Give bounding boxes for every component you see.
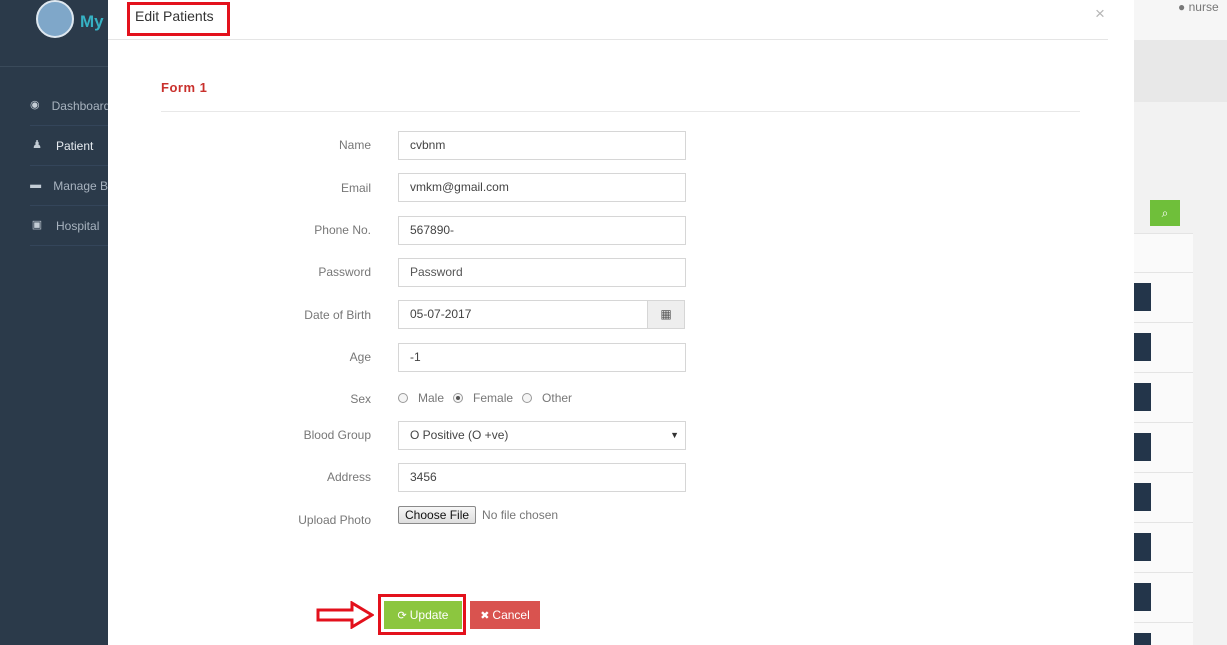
sidebar-item-dashboard[interactable]: ◉ Dashboard [30,86,108,126]
sidebar-item-label: Dashboard [51,98,108,113]
user-name: nurse [1188,0,1219,14]
email-field[interactable]: vmkm@gmail.com [398,173,686,202]
sex-option-female[interactable]: Female [453,391,513,405]
user-icon: ● [1178,0,1186,14]
search-icon: ⌕ [1161,206,1169,220]
arrow-annotation-icon [316,601,374,629]
radio-label: Male [418,391,445,405]
dob-field[interactable]: 05-07-2017 [398,300,648,329]
address-field[interactable]: 3456 [398,463,686,492]
sidebar-nav: ◉ Dashboard ♟ Patient ▬ Manage B ▣ Hospi… [30,86,108,246]
name-label: Name [338,138,371,152]
row-action-button[interactable] [1134,583,1151,611]
brand-name: My [80,12,104,31]
radio-button-selected[interactable] [453,393,464,403]
dashboard-icon: ◉ [30,99,40,111]
title-highlight-box [127,2,230,36]
dob-label: Date of Birth [304,308,371,322]
radio-button[interactable] [398,393,408,403]
form-divider [161,111,1080,112]
sidebar: My ◉ Dashboard ♟ Patient ▬ Manage B ▣ Ho… [0,0,108,645]
row-action-button[interactable] [1134,433,1151,461]
sidebar-item-hospital[interactable]: ▣ Hospital [30,206,108,246]
row-action-button[interactable] [1134,333,1151,361]
password-label: Password [318,265,371,279]
sidebar-item-patient[interactable]: ♟ Patient [30,126,108,166]
sex-option-other[interactable]: Other [522,391,572,405]
age-label: Age [349,350,371,364]
radio-label: Female [473,391,514,405]
dob-picker: 05-07-2017 ▦ [398,300,686,329]
background-content: ● nurse ⌕ [1134,0,1227,645]
sidebar-item-label: Manage B [53,178,108,193]
update-button-label: Update [409,608,449,622]
radio-button[interactable] [522,393,533,403]
sidebar-item-label: Hospital [56,218,100,233]
blood-group-label: Blood Group [303,428,371,442]
sidebar-divider [0,66,108,67]
sex-option-male[interactable]: Male [398,391,444,405]
patient-icon: ♟ [32,139,42,151]
update-button[interactable]: ⟳ Update [384,601,462,629]
email-label: Email [340,181,371,195]
file-upload: Choose File No file chosen [398,506,558,524]
address-label: Address [326,470,371,484]
row-action-button[interactable] [1134,483,1151,511]
hospital-icon: ▣ [31,219,43,231]
name-field[interactable]: cvbnm [398,131,686,160]
row-action-button[interactable] [1134,383,1151,411]
user-menu[interactable]: ● nurse [1178,0,1219,14]
bed-icon: ▬ [30,179,42,191]
age-field[interactable]: -1 [398,343,686,372]
radio-label: Other [542,391,573,405]
file-status: No file chosen [482,508,559,522]
choose-file-button[interactable]: Choose File [398,506,477,524]
edit-patients-modal: Edit Patients × Form 1 Name cvbnm Email … [108,0,1134,645]
phone-label: Phone No. [314,223,371,237]
row-action-button[interactable] [1134,283,1151,311]
blood-group-value: O Positive (O +ve) [410,428,509,442]
calendar-icon[interactable]: ▦ [648,300,685,329]
sidebar-item-label: Patient [56,138,94,153]
sex-radio-group: Male Female Other [398,391,581,405]
password-field[interactable]: Password [398,258,686,287]
chevron-down-icon: ▼ [670,430,679,440]
form-title: Form 1 [161,80,208,95]
modal-header [108,0,1108,40]
cancel-button[interactable]: ✖ Cancel [470,601,540,629]
row-action-button[interactable] [1134,633,1151,645]
cancel-button-label: Cancel [492,608,530,622]
blood-group-select[interactable]: O Positive (O +ve) ▼ [398,421,686,450]
phone-field[interactable]: 567890- [398,216,686,245]
doctor-avatar-logo [36,0,74,38]
sex-label: Sex [350,392,371,406]
close-icon: ✖ [480,610,490,622]
sidebar-item-manage-beds[interactable]: ▬ Manage B [30,166,108,206]
search-button[interactable]: ⌕ [1150,200,1180,226]
refresh-icon: ⟳ [397,610,407,622]
close-icon[interactable]: × [1095,4,1105,24]
page-header-band [1134,40,1227,102]
upload-photo-label: Upload Photo [298,513,371,527]
row-action-button[interactable] [1134,533,1151,561]
